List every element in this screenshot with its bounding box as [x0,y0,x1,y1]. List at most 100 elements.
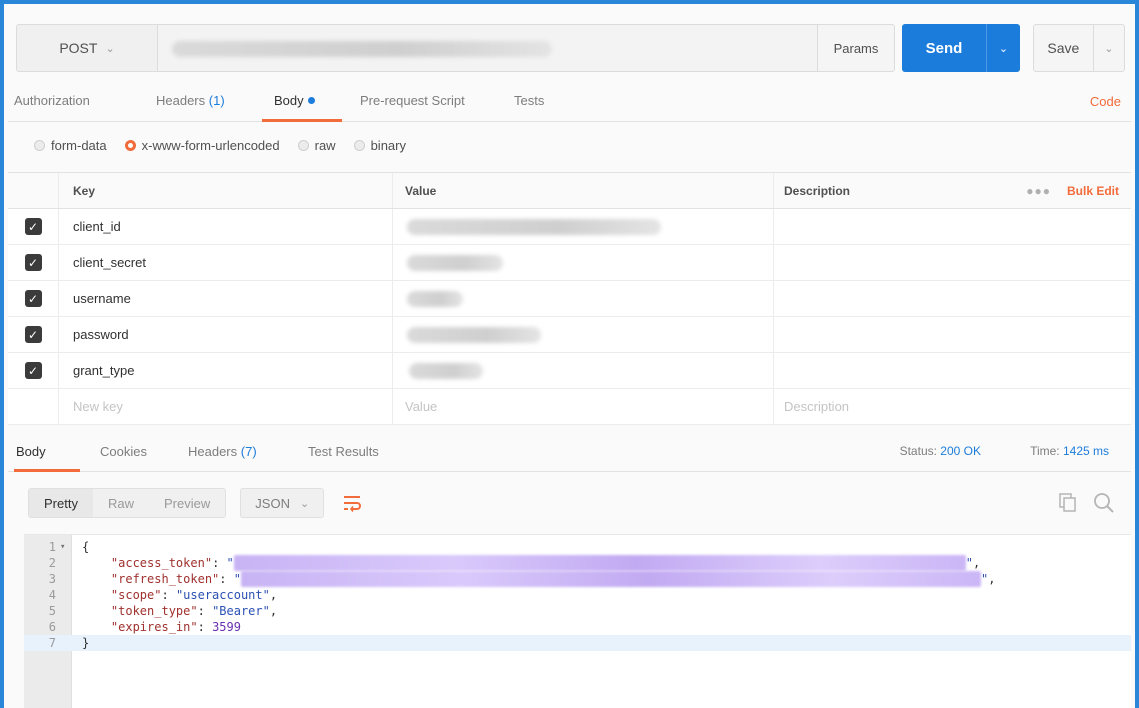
value-cell[interactable] [392,281,773,316]
response-time: Time: 1425 ms [1030,444,1109,458]
radio-form-data[interactable]: form-data [34,138,107,153]
line-number: 7 [48,636,56,650]
code-line: 1 ▾ { [24,539,1131,555]
params-label: Params [833,40,879,56]
row-checkbox[interactable]: ✓ [24,362,42,379]
redacted-value [409,363,483,379]
time-value: 1425 ms [1062,444,1109,458]
table-row: ✓ client_id [8,209,1131,245]
new-table-row: New key Value Description [8,389,1131,425]
redacted-value [407,219,661,235]
mode-raw[interactable]: Raw [93,489,149,517]
code-line: 5 "token_type": "Bearer", [24,603,1131,619]
method-select[interactable]: POST ⌄ [16,24,158,72]
row-checkbox-cell: ✓ [8,245,58,280]
new-key-input[interactable]: New key [58,389,392,424]
send-button[interactable]: Send [902,40,986,57]
json-quote: " [233,572,241,586]
row-checkbox-cell: ✓ [8,317,58,352]
code-line: 4 "scope": "useraccount", [24,587,1131,603]
value-cell[interactable] [392,317,773,352]
tab-body[interactable]: Body [274,93,315,108]
json-string: "Bearer" [212,604,270,618]
tab-response-headers[interactable]: Headers (7) [188,444,257,459]
wrap-lines-icon[interactable] [336,488,368,518]
value-cell[interactable] [392,353,773,388]
code-text: { [82,540,90,554]
json-key: "scope" [110,588,162,602]
radio-icon [353,139,365,151]
code-link[interactable]: Code [1090,94,1121,109]
bulk-edit-link[interactable]: Bulk Edit [1067,184,1119,198]
row-checkbox[interactable]: ✓ [24,254,42,271]
value-cell[interactable] [392,245,773,280]
url-input[interactable] [158,24,818,72]
tab-authorization[interactable]: Authorization [14,93,90,108]
save-options-chevron-icon[interactable]: ⌄ [1092,25,1124,71]
save-button[interactable]: Save [1034,40,1093,56]
row-checkbox[interactable]: ✓ [24,218,42,235]
response-status: Status: 200 OK [900,444,981,458]
new-value-input[interactable]: Value [392,389,773,424]
description-cell[interactable] [773,245,1139,280]
key-cell[interactable]: client_secret [58,245,392,280]
redacted-value [407,327,541,343]
mode-preview[interactable]: Preview [149,489,225,517]
key-cell[interactable]: client_id [58,209,392,244]
tab-cookies[interactable]: Cookies [100,444,147,459]
more-options-icon[interactable]: ●●● [1026,184,1051,198]
fold-arrow-icon[interactable]: ▾ [60,539,65,555]
mode-pretty[interactable]: Pretty [29,489,93,517]
line-number: 5 [48,604,56,618]
key-cell[interactable]: grant_type [58,353,392,388]
radio-x-www-form-urlencoded[interactable]: x-www-form-urlencoded [124,138,280,153]
body-type-selector: form-data x-www-form-urlencoded raw bina… [34,134,424,156]
row-checkbox[interactable]: ✓ [24,290,42,307]
tab-body-label: Body [274,93,304,108]
json-quote: " [980,572,989,586]
json-string: "useraccount" [175,588,270,602]
json-quote: " [226,556,234,570]
radio-label: form-data [51,137,107,153]
line-number: 3 [48,572,56,586]
tab-pre-request-script[interactable]: Pre-request Script [360,93,465,108]
format-select[interactable]: JSON ⌄ [240,488,325,518]
code-line-current: 7 } [24,635,1131,651]
radio-icon [34,139,45,151]
key-cell[interactable]: password [58,317,392,352]
modified-dot-icon [307,97,315,104]
copy-icon[interactable] [1059,493,1077,516]
redacted-refresh-token [240,571,981,587]
value-cell[interactable] [392,209,773,244]
tab-tests[interactable]: Tests [514,93,544,108]
code-text: "expires_in": 3599 [110,620,241,634]
radio-binary[interactable]: binary [353,138,406,153]
json-key: "refresh_token" [110,572,220,586]
status-value: 200 OK [940,444,981,458]
json-quote: " [965,556,973,570]
table-tools: ●●● Bulk Edit [1026,173,1119,209]
radio-raw[interactable]: raw [297,138,336,153]
response-body-editor[interactable]: 1 ▾ { 2 "access_token": " ", 3 "refresh_t… [24,534,1131,708]
description-cell[interactable] [773,317,1139,352]
format-label: JSON [255,495,290,511]
key-cell[interactable]: username [58,281,392,316]
new-description-input[interactable]: Description [773,389,1139,424]
code-text: "access_token": " ", [110,555,981,571]
row-checkbox[interactable]: ✓ [24,326,42,343]
response-toolbar: Pretty Raw Preview JSON ⌄ [28,488,368,518]
tab-headers[interactable]: Headers (1) [156,93,225,108]
tab-test-results[interactable]: Test Results [308,444,379,459]
method-label: POST [59,40,98,56]
tab-response-body[interactable]: Body [16,444,46,459]
description-cell[interactable] [773,209,1139,244]
search-icon[interactable] [1093,492,1115,517]
postman-window: POST ⌄ Params Send ⌄ Save ⌄ Authorizatio… [0,0,1139,708]
description-cell[interactable] [773,353,1139,388]
params-button[interactable]: Params [817,24,895,72]
response-tabs: Body Cookies Headers (7) Test Results St… [8,428,1131,472]
chevron-down-icon: ⌄ [299,497,310,510]
send-options-chevron-icon[interactable]: ⌄ [986,24,1020,72]
row-checkbox-cell: ✓ [8,281,58,316]
description-cell[interactable] [773,281,1139,316]
